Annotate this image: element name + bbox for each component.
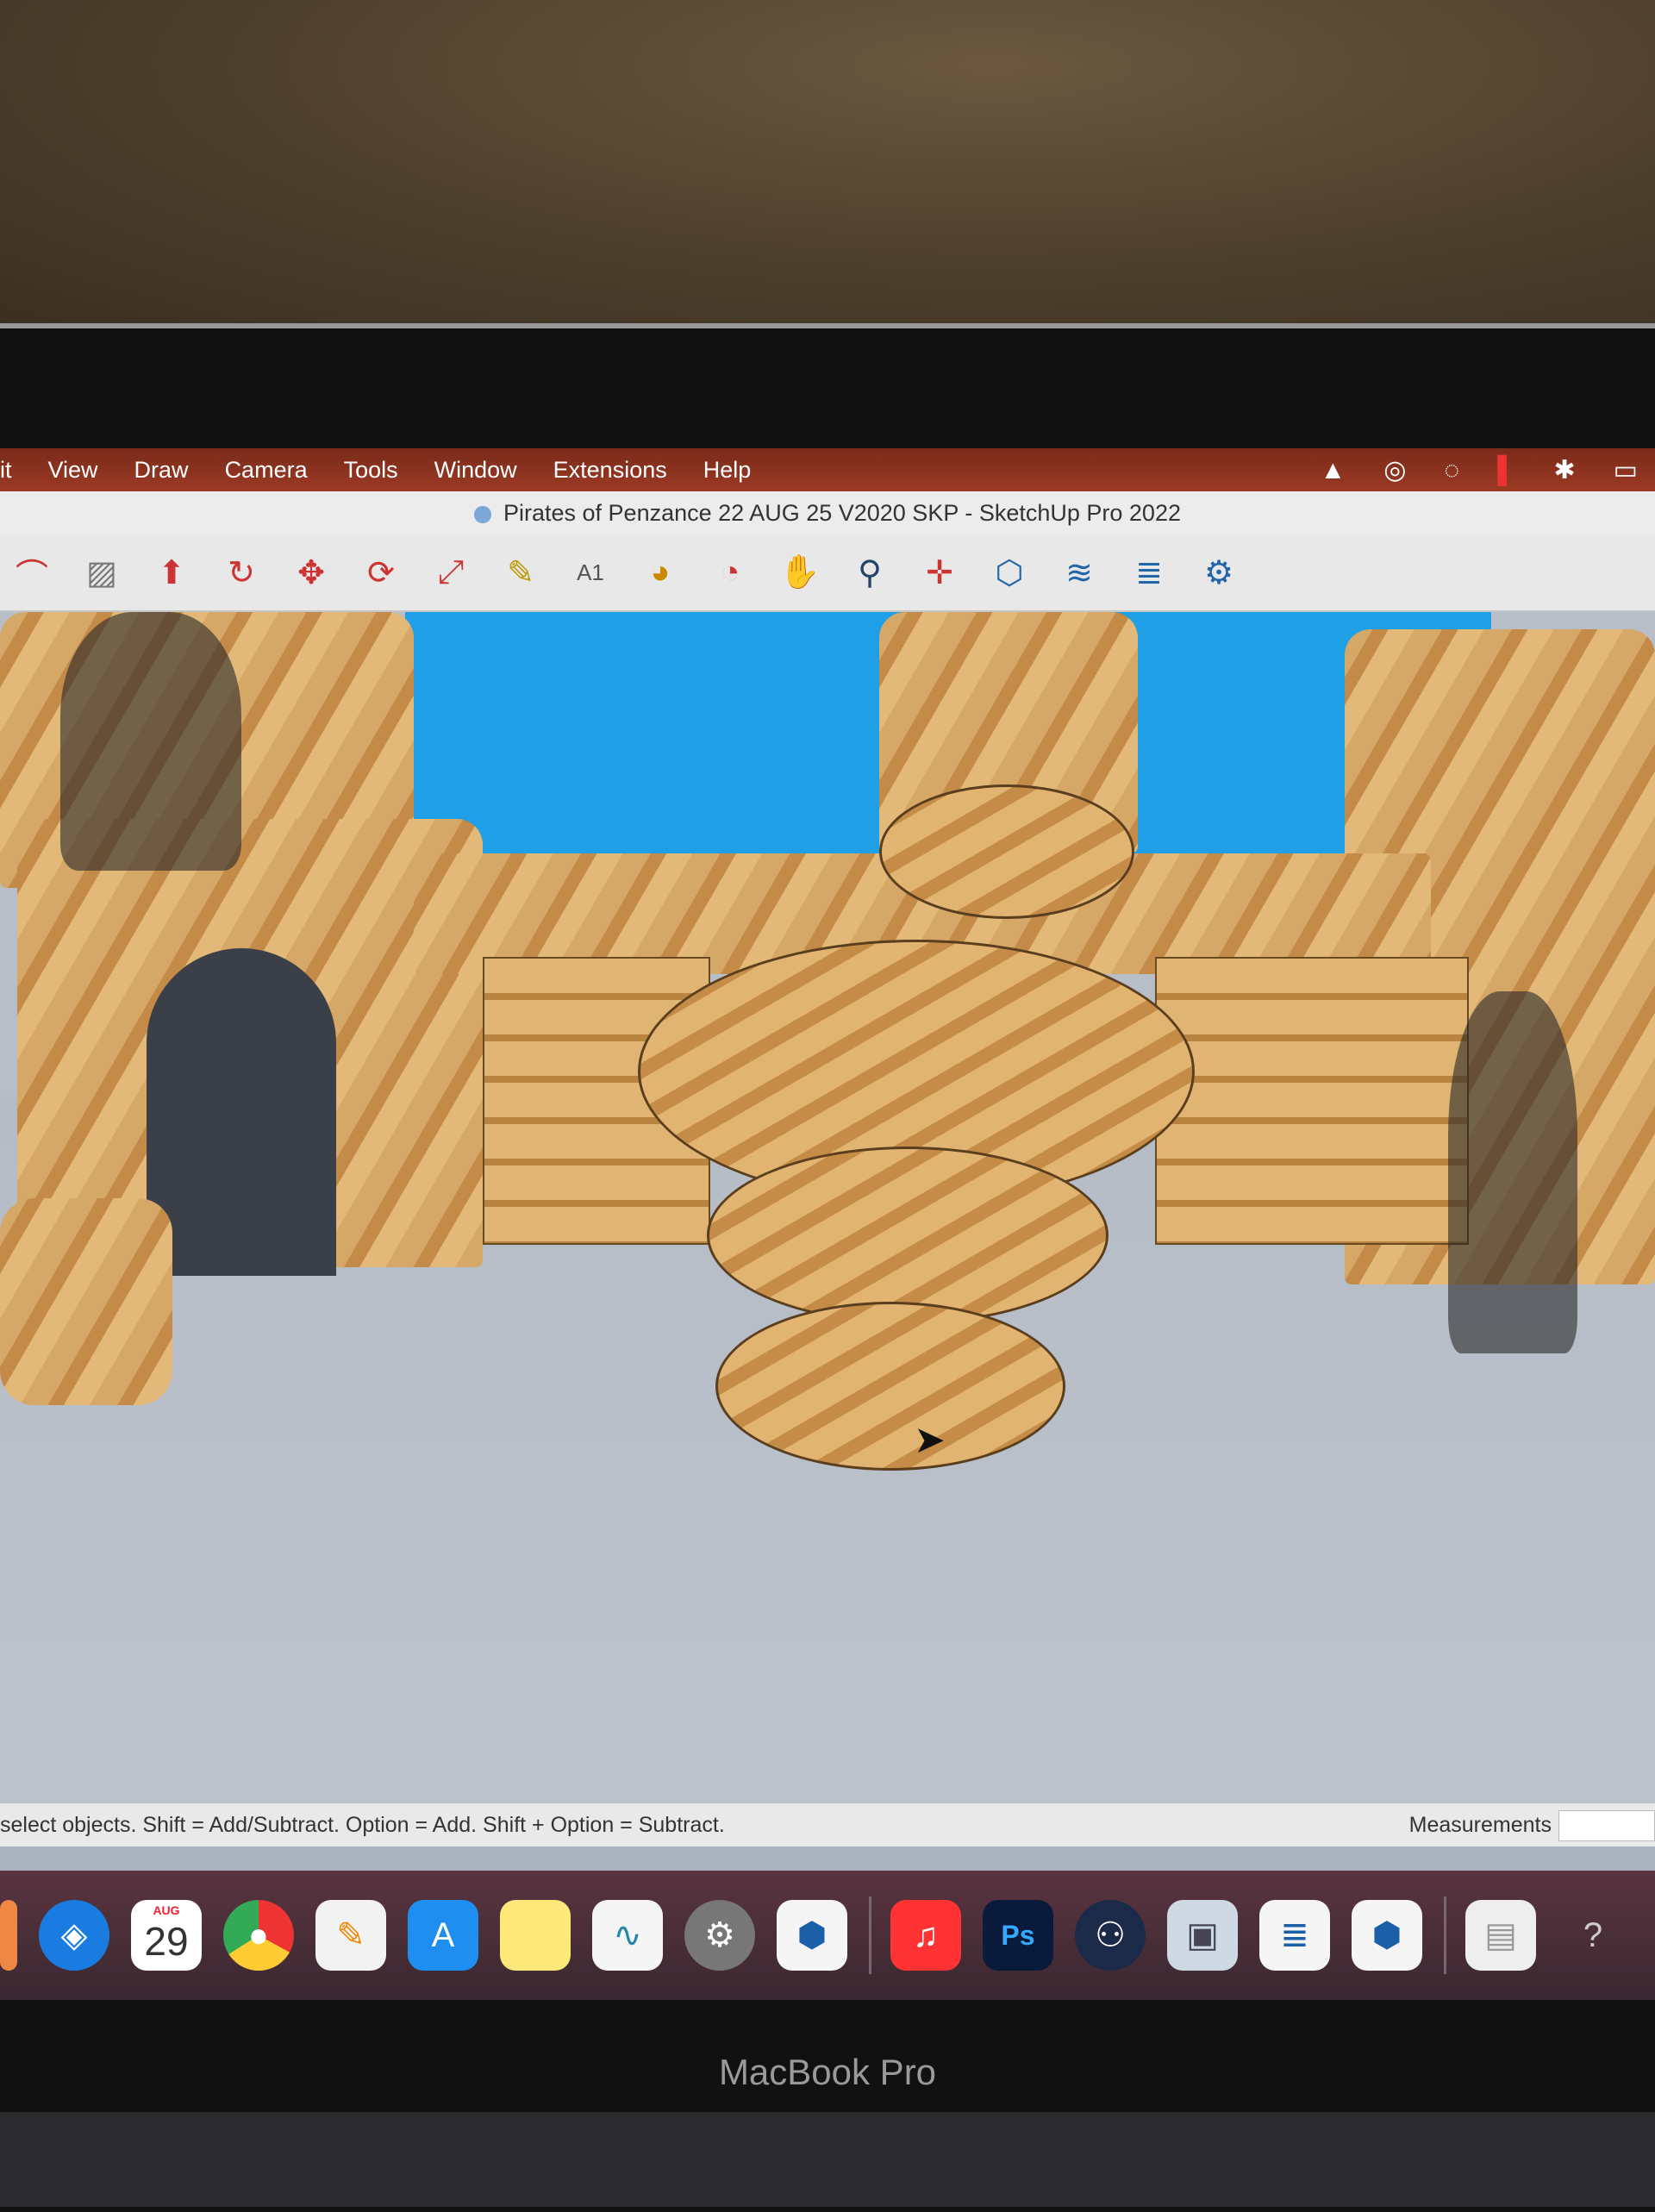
help-icon[interactable]: ? bbox=[1558, 1900, 1628, 1971]
menu-help[interactable]: Help bbox=[703, 457, 752, 484]
menu-extensions[interactable]: Extensions bbox=[553, 457, 667, 484]
offset-icon[interactable]: ↻ bbox=[218, 549, 265, 596]
notes-icon[interactable] bbox=[500, 1900, 571, 1971]
warehouse-icon[interactable]: ⬡ bbox=[986, 549, 1033, 596]
layout-icon[interactable]: ≣ bbox=[1126, 549, 1172, 596]
sketchup-icon[interactable]: ⬢ bbox=[777, 1900, 847, 1971]
dock-separator bbox=[869, 1896, 871, 1974]
system-settings-icon[interactable]: ⚙ bbox=[684, 1900, 755, 1971]
measurements-input[interactable] bbox=[1558, 1810, 1655, 1841]
upper-disc-platform bbox=[879, 784, 1134, 919]
status-message: select objects. Shift = Add/Subtract. Op… bbox=[0, 1812, 725, 1837]
menu-extras: ▲ ◎ ◌ ▌ ✱ ▭ bbox=[1321, 455, 1638, 485]
model-viewport[interactable] bbox=[0, 612, 1655, 1802]
sketchup-2022-icon[interactable]: ⬢ bbox=[1352, 1900, 1422, 1971]
document-icon[interactable]: ▤ bbox=[1465, 1900, 1536, 1971]
zoom-icon[interactable]: ⚲ bbox=[846, 549, 893, 596]
extension-warehouse-icon[interactable]: ≋ bbox=[1056, 549, 1102, 596]
screen: it View Draw Camera Tools Window Extensi… bbox=[0, 448, 1655, 2000]
push-pull-icon[interactable]: ⬆ bbox=[148, 549, 195, 596]
creative-cloud-icon[interactable]: ◎ bbox=[1383, 455, 1406, 485]
archway bbox=[147, 948, 336, 1276]
preview-icon[interactable]: ▣ bbox=[1167, 1900, 1238, 1971]
menu-tools[interactable]: Tools bbox=[344, 457, 398, 484]
photoshop-icon[interactable]: Ps bbox=[983, 1900, 1053, 1971]
laptop-brand-label: MacBook Pro bbox=[718, 2052, 937, 2092]
laptop-chin bbox=[0, 2112, 1655, 2207]
status-bar: select objects. Shift = Add/Subtract. Op… bbox=[0, 1802, 1655, 1846]
right-stairs bbox=[1155, 957, 1469, 1245]
rotate-icon[interactable]: ⟳ bbox=[358, 549, 404, 596]
arc-icon[interactable]: ⌒ bbox=[9, 549, 55, 596]
freeform-icon[interactable]: ∿ bbox=[592, 1900, 663, 1971]
middle-disc-platform bbox=[707, 1147, 1109, 1324]
mouse-cursor-icon: ➤ bbox=[914, 1419, 946, 1461]
right-pirate-figure bbox=[1448, 991, 1577, 1353]
safari-icon[interactable]: ◈ bbox=[39, 1900, 109, 1971]
drive-icon[interactable]: ▲ bbox=[1321, 456, 1346, 485]
music-icon[interactable]: ♫ bbox=[890, 1900, 961, 1971]
bluetooth-icon[interactable]: ✱ bbox=[1554, 455, 1576, 485]
sketchup-logo-icon bbox=[474, 505, 491, 523]
dock: ◈ AUG 29 ● ✎ A ∿ ⚙ ⬢ ♫ Ps ⚇ ▣ ≣ ⬢ ▤ ? bbox=[0, 1871, 1655, 2000]
app-status-icon[interactable]: ▌ bbox=[1497, 456, 1515, 485]
layout-app-icon[interactable]: ≣ bbox=[1259, 1900, 1330, 1971]
left-foreground-rock bbox=[0, 1198, 172, 1405]
battery-icon[interactable]: ▭ bbox=[1614, 455, 1638, 485]
menu-draw[interactable]: Draw bbox=[134, 457, 189, 484]
toolbar: ⌒ ▨ ⬆ ↻ ✥ ⟳ ⤢ ✎ A1 ◕ ◔ ✋ ⚲ ✛ ⬡ ≋ ≣ ⚙ bbox=[0, 534, 1655, 612]
app-store-icon[interactable]: A bbox=[408, 1900, 478, 1971]
menu-edit[interactable]: it bbox=[0, 457, 12, 484]
measurements-label: Measurements bbox=[1408, 1812, 1552, 1837]
background-wall bbox=[0, 0, 1655, 328]
orbit-icon[interactable]: ◔ bbox=[707, 549, 753, 596]
window-title-bar: Pirates of Penzance 22 AUG 25 V2020 SKP … bbox=[0, 491, 1655, 534]
left-pirate-figure bbox=[60, 612, 241, 871]
scale-icon[interactable]: ⤢ bbox=[428, 549, 474, 596]
menu-view[interactable]: View bbox=[48, 457, 98, 484]
menu-camera[interactable]: Camera bbox=[225, 457, 308, 484]
move-icon[interactable]: ✥ bbox=[288, 549, 334, 596]
steam-icon[interactable]: ⚇ bbox=[1075, 1900, 1146, 1971]
lower-disc-platform bbox=[715, 1302, 1065, 1471]
tape-measure-icon[interactable]: ✎ bbox=[497, 549, 544, 596]
dock-separator-2 bbox=[1444, 1896, 1446, 1974]
calendar-icon[interactable]: AUG 29 bbox=[131, 1900, 202, 1971]
pan-icon[interactable]: ✋ bbox=[777, 549, 823, 596]
dock-app-partial-icon[interactable] bbox=[0, 1900, 17, 1971]
extension-manager-icon[interactable]: ⚙ bbox=[1196, 549, 1242, 596]
zoom-extents-icon[interactable]: ✛ bbox=[916, 549, 963, 596]
menu-bar: it View Draw Camera Tools Window Extensi… bbox=[0, 448, 1655, 491]
menu-window[interactable]: Window bbox=[434, 457, 517, 484]
window-title: Pirates of Penzance 22 AUG 25 V2020 SKP … bbox=[503, 500, 1181, 526]
chrome-icon[interactable]: ● bbox=[223, 1900, 294, 1971]
paint-bucket-icon[interactable]: ◕ bbox=[637, 549, 684, 596]
shape-icon[interactable]: ▨ bbox=[78, 549, 125, 596]
sync-icon[interactable]: ◌ bbox=[1444, 456, 1459, 485]
text-icon[interactable]: A1 bbox=[567, 549, 614, 596]
pages-icon[interactable]: ✎ bbox=[315, 1900, 386, 1971]
